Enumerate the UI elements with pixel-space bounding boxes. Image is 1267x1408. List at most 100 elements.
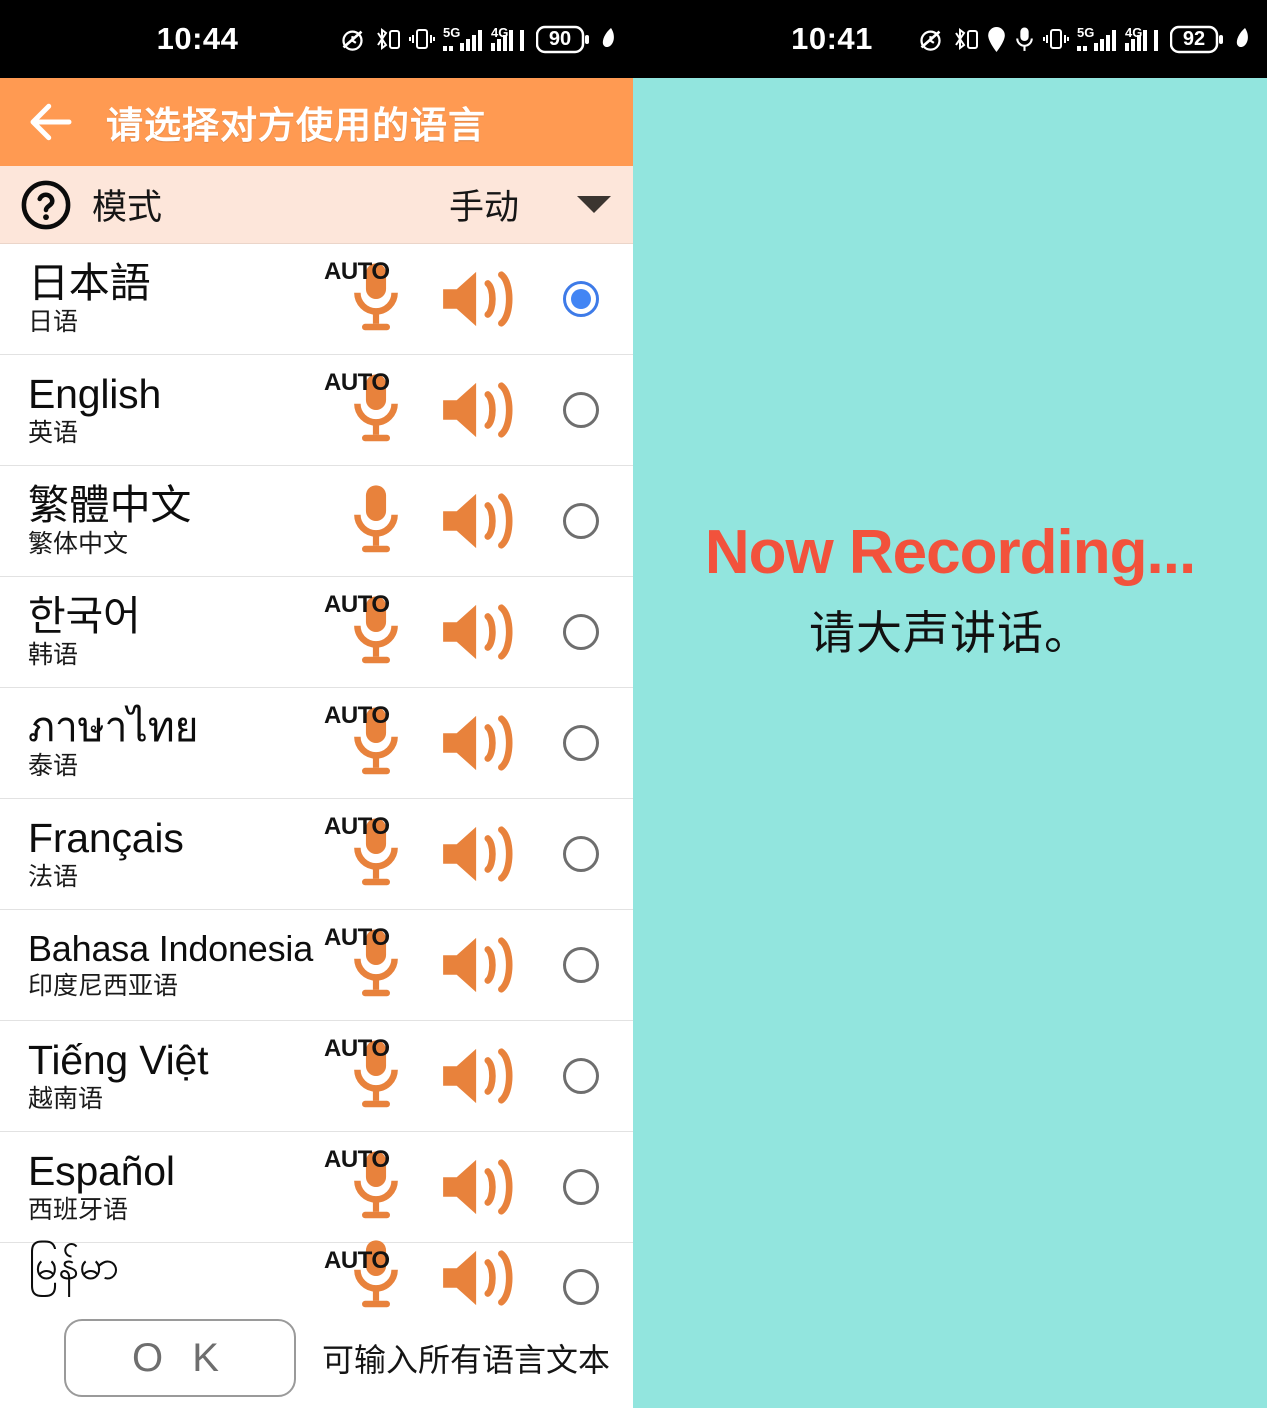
bluetooth-device-icon xyxy=(955,28,978,50)
language-chinese-name: 泰语 xyxy=(28,752,79,781)
language-names: English 英语 xyxy=(28,372,328,448)
microphone-icon xyxy=(354,263,398,331)
language-chinese-name: 西班牙语 xyxy=(28,1196,129,1225)
language-native-name: English xyxy=(28,371,162,418)
mode-value[interactable]: 手动 xyxy=(449,179,519,230)
speaker-icon xyxy=(443,493,513,549)
microphone-icon xyxy=(354,818,398,886)
mic-toggle[interactable]: AUTO xyxy=(324,813,424,893)
language-radio[interactable] xyxy=(536,1269,626,1305)
speaker-toggle[interactable] xyxy=(424,1243,536,1311)
list-item[interactable]: 日本語 日语 AUTO xyxy=(0,244,633,355)
speaker-toggle[interactable] xyxy=(424,932,536,998)
microphone-icon xyxy=(354,1151,398,1219)
list-item[interactable]: Español 西班牙语 AUTO xyxy=(0,1132,633,1243)
mic-toggle[interactable]: AUTO xyxy=(324,924,424,1004)
list-item[interactable]: Français 法语 AUTO xyxy=(0,799,633,910)
speaker-toggle[interactable] xyxy=(424,1154,536,1220)
chevron-down-icon[interactable] xyxy=(577,196,611,213)
signal-4g-icon: 4G xyxy=(1125,25,1158,51)
mode-bar: 模式 手动 xyxy=(0,166,633,244)
app-bar: 请选择对方使用的语言 xyxy=(0,78,633,166)
leaf-icon xyxy=(1236,28,1248,48)
mic-toggle[interactable]: AUTO xyxy=(324,369,424,449)
status-bar-icons: 5G 4G 92 xyxy=(917,0,1251,78)
language-chinese-name: 日语 xyxy=(28,308,79,337)
ok-button[interactable]: O K xyxy=(64,1319,296,1397)
radio-unselected-icon[interactable] xyxy=(563,503,599,539)
radio-unselected-icon[interactable] xyxy=(563,1169,599,1205)
leaf-icon xyxy=(602,28,614,48)
vibrate-icon xyxy=(1043,29,1069,49)
speaker-toggle[interactable] xyxy=(424,821,536,887)
list-item[interactable]: English 英语 AUTO xyxy=(0,355,633,466)
language-native-name: Tiếng Việt xyxy=(28,1037,209,1084)
language-radio[interactable] xyxy=(536,1169,626,1205)
speaker-icon xyxy=(443,937,513,993)
language-names: 한국어 韩语 xyxy=(28,594,328,670)
list-item[interactable]: 繁體中文 繁体中文 xyxy=(0,466,633,577)
radio-unselected-icon[interactable] xyxy=(563,614,599,650)
alarm-off-icon xyxy=(920,30,941,51)
radio-unselected-icon[interactable] xyxy=(563,725,599,761)
mic-toggle[interactable]: AUTO xyxy=(324,1240,424,1315)
speaker-toggle[interactable] xyxy=(424,266,536,332)
speaker-icon xyxy=(443,271,513,327)
bottom-action-bar: O K 可输入所有语言文本 xyxy=(0,1308,633,1408)
list-item[interactable]: Bahasa Indonesia 印度尼西亚语 AUTO xyxy=(0,910,633,1021)
language-radio[interactable] xyxy=(536,725,626,761)
language-chinese-name: 英语 xyxy=(28,419,79,448)
mic-toggle[interactable]: AUTO xyxy=(324,258,424,338)
language-names: Tiếng Việt 越南语 xyxy=(28,1038,328,1114)
radio-unselected-icon[interactable] xyxy=(563,1269,599,1305)
language-chinese-name: 韩语 xyxy=(28,641,79,670)
mic-toggle[interactable] xyxy=(328,482,424,560)
language-list[interactable]: 日本語 日语 AUTO English 英语 AUTO 繁體中文 繁体中文 한국… xyxy=(0,244,633,1308)
speaker-icon xyxy=(443,826,513,882)
radio-unselected-icon[interactable] xyxy=(563,947,599,983)
mic-toggle[interactable]: AUTO xyxy=(324,1035,424,1115)
recording-subtitle: 请大声讲话。 xyxy=(809,606,1091,659)
language-native-name: Français xyxy=(28,815,184,862)
language-names: Bahasa Indonesia 印度尼西亚语 xyxy=(28,927,328,1000)
back-arrow-icon[interactable] xyxy=(24,95,78,149)
language-radio[interactable] xyxy=(536,614,626,650)
radio-selected-icon[interactable] xyxy=(563,281,599,317)
radio-unselected-icon[interactable] xyxy=(563,836,599,872)
recording-title: Now Recording... xyxy=(704,518,1196,587)
speaker-toggle[interactable] xyxy=(424,488,536,554)
microphone-icon xyxy=(354,1040,398,1108)
speaker-icon xyxy=(443,715,513,771)
mic-toggle[interactable]: AUTO xyxy=(324,591,424,671)
language-radio[interactable] xyxy=(536,281,626,317)
signal-5g-icon: 5G xyxy=(1077,25,1116,51)
language-radio[interactable] xyxy=(536,392,626,428)
language-radio[interactable] xyxy=(536,503,626,539)
right-phone-screen: 10:41 5G 4G 92 Now Recording... 请大声讲话。 xyxy=(633,0,1267,1408)
language-native-name: ภาษาไทย xyxy=(28,704,199,751)
speaker-toggle[interactable] xyxy=(424,599,536,665)
list-item[interactable]: ภาษาไทย 泰语 AUTO xyxy=(0,688,633,799)
language-chinese-name: 越南语 xyxy=(28,1085,104,1114)
help-circle-icon[interactable] xyxy=(20,179,72,231)
language-radio[interactable] xyxy=(536,1058,626,1094)
list-item[interactable]: Tiếng Việt 越南语 AUTO xyxy=(0,1021,633,1132)
speaker-toggle[interactable] xyxy=(424,1043,536,1109)
language-names: မြန်မာ xyxy=(28,1243,328,1288)
language-radio[interactable] xyxy=(536,947,626,983)
language-chinese-name: 印度尼西亚语 xyxy=(28,971,179,1000)
radio-unselected-icon[interactable] xyxy=(563,392,599,428)
list-item[interactable]: 한국어 韩语 AUTO xyxy=(0,577,633,688)
language-native-name: Bahasa Indonesia xyxy=(28,927,314,969)
mic-toggle[interactable]: AUTO xyxy=(324,1146,424,1226)
page-title: 请选择对方使用的语言 xyxy=(106,105,486,146)
mic-toggle[interactable]: AUTO xyxy=(324,702,424,782)
list-item[interactable]: မြန်မာ AUTO xyxy=(0,1240,633,1308)
language-names: Español 西班牙语 xyxy=(28,1149,328,1225)
radio-unselected-icon[interactable] xyxy=(563,1058,599,1094)
speaker-toggle[interactable] xyxy=(424,710,536,776)
speaker-toggle[interactable] xyxy=(424,377,536,443)
language-radio[interactable] xyxy=(536,836,626,872)
language-native-name: 한국어 xyxy=(28,593,141,640)
language-names: 繁體中文 繁体中文 xyxy=(28,483,328,559)
